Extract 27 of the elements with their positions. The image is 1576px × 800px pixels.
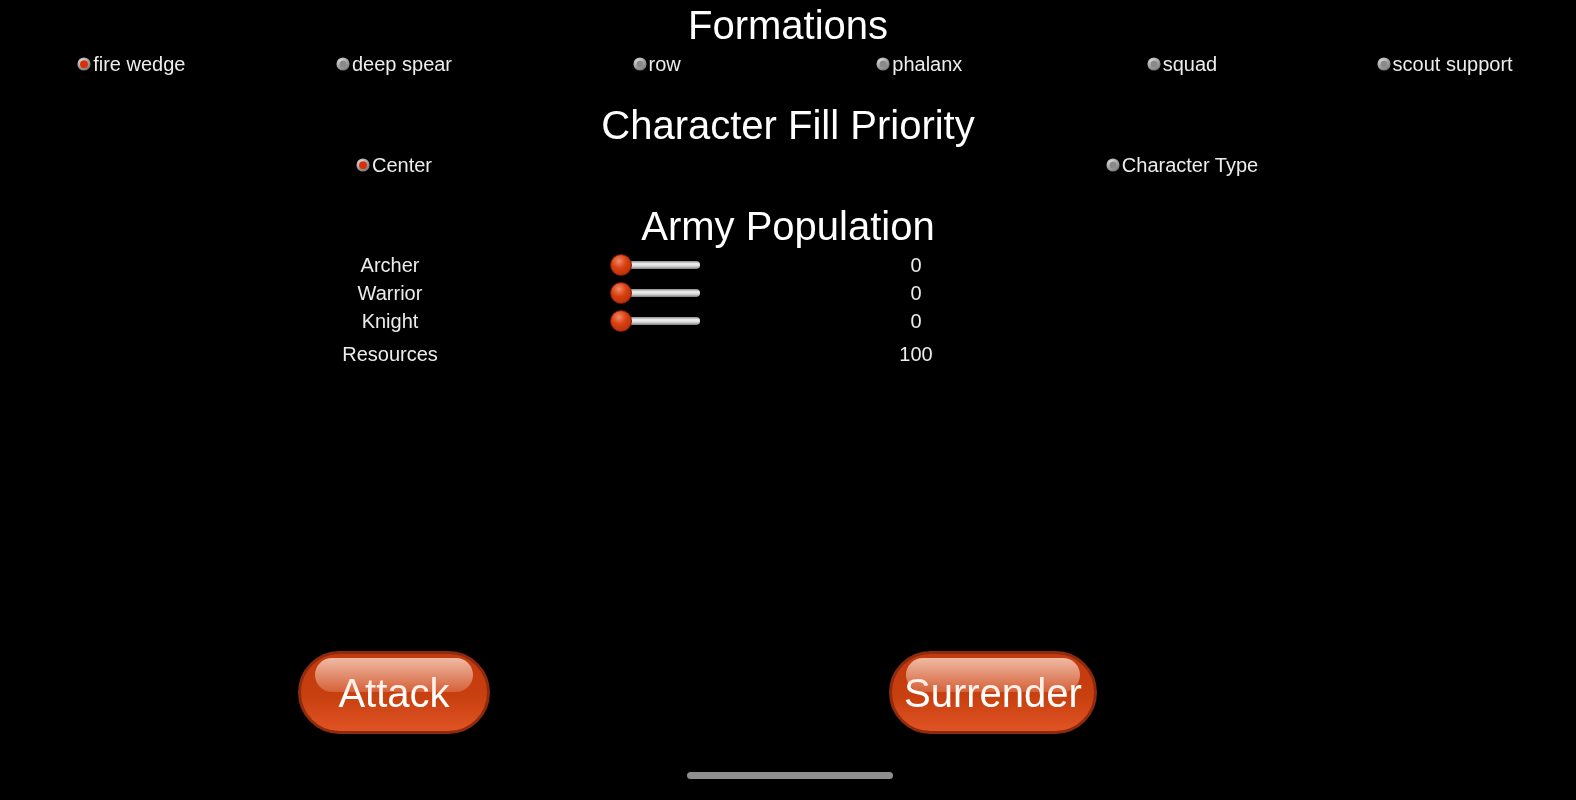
unit-label: Archer: [360, 253, 420, 277]
unit-count: 0: [910, 281, 922, 305]
radio-option[interactable]: squad: [1146, 51, 1218, 77]
radio-option[interactable]: row: [632, 51, 681, 77]
unit-count: 0: [910, 253, 922, 277]
slider-track[interactable]: [610, 310, 700, 332]
radio-option[interactable]: Character Type: [1105, 152, 1259, 178]
slider-thumb[interactable]: [610, 282, 632, 304]
resources-value: 100: [899, 342, 933, 366]
unit-label: Warrior: [357, 281, 423, 305]
unit-count: 0: [910, 309, 922, 333]
action-button[interactable]: Surrender: [889, 651, 1097, 734]
section-heading: Formations: [687, 2, 889, 48]
radio-option[interactable]: deep spear: [335, 51, 453, 77]
action-button[interactable]: Attack: [298, 651, 490, 734]
unit-label: Knight: [361, 309, 419, 333]
slider-track[interactable]: [610, 254, 700, 276]
radio-option[interactable]: phalanx: [876, 51, 963, 77]
section-heading: Character Fill Priority: [601, 102, 975, 148]
section-heading: Army Population: [641, 203, 935, 249]
radio-option[interactable]: fire wedge: [77, 51, 186, 77]
radio-option[interactable]: scout support: [1376, 51, 1513, 77]
radio-option[interactable]: Center: [356, 152, 432, 178]
slider-track[interactable]: [610, 282, 700, 304]
resources-label: Resources: [342, 342, 438, 366]
slider-thumb[interactable]: [610, 254, 632, 276]
slider-thumb[interactable]: [610, 310, 632, 332]
